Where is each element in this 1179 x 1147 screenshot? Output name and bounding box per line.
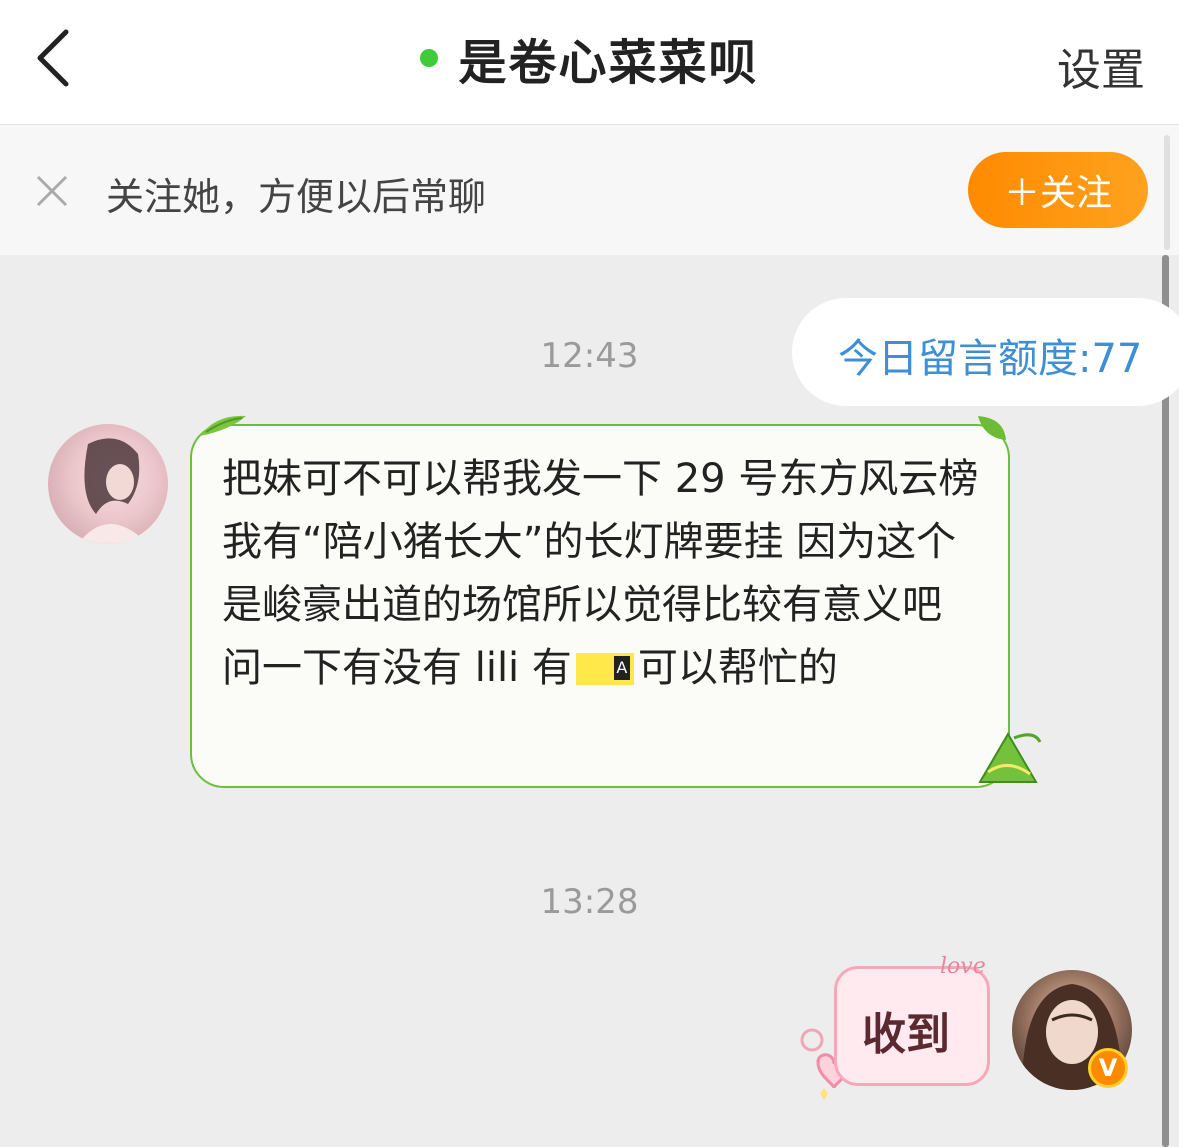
message-timestamp: 12:43 bbox=[540, 336, 639, 376]
leaf-icon bbox=[978, 416, 1006, 440]
message-text-part: 可以帮忙的 bbox=[637, 645, 838, 691]
online-dot-icon bbox=[420, 49, 439, 67]
top-nav-bar: 是卷心菜菜呗 设置 bbox=[0, 0, 1179, 125]
settings-button[interactable]: 设置 bbox=[1057, 34, 1145, 98]
concert-ticket-icon bbox=[575, 653, 634, 685]
chat-title: 是卷心菜菜呗 bbox=[458, 35, 759, 91]
follow-button[interactable]: ＋关注 bbox=[968, 152, 1148, 228]
avatar-portrait-icon bbox=[78, 438, 148, 544]
scrollbar-track bbox=[1164, 135, 1170, 250]
contact-avatar[interactable] bbox=[48, 424, 168, 544]
incoming-message-text: 把妹可不可以帮我发一下 29 号东方风云榜我有“陪小猪长大”的长灯牌要挂 因为这… bbox=[222, 448, 982, 700]
chat-title-wrap: 是卷心菜菜呗 bbox=[0, 26, 1179, 91]
zongzi-icon bbox=[978, 732, 1042, 783]
sticker-word: love bbox=[940, 954, 986, 979]
leaf-icon bbox=[200, 415, 246, 436]
message-timestamp: 13:28 bbox=[540, 882, 639, 922]
verified-icon: V bbox=[1088, 1048, 1128, 1088]
close-icon[interactable] bbox=[34, 173, 70, 209]
outgoing-message-text: 收到 bbox=[862, 1009, 950, 1060]
follow-prompt-text: 关注她，方便以后常聊 bbox=[106, 175, 487, 219]
